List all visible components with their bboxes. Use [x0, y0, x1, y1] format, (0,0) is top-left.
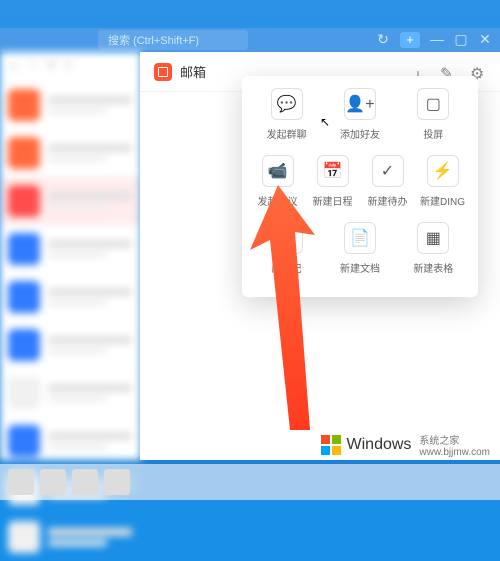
taskbar-item[interactable] [104, 469, 130, 495]
calendar-icon: 📅 [317, 155, 349, 187]
taskbar[interactable] [0, 464, 500, 500]
avatar [8, 425, 40, 457]
history-icon[interactable]: ↻ [376, 32, 390, 46]
watermark: Windows 系统之家www.bjjmw.com [321, 432, 490, 458]
search-input[interactable]: 搜索 (Ctrl+Shift+F) [98, 30, 248, 50]
avatar [8, 281, 40, 313]
chat-icon: 💬 [271, 88, 303, 120]
sheet-icon: ▦ [417, 222, 449, 254]
action-label: 发起会议 [258, 193, 298, 208]
action-chat[interactable]: 💬 发起群聊 [262, 88, 312, 141]
quick-action-popup: 💬 发起群聊 👤+ 添加好友 ▢ 投屏 📹 发起会议 📅 新建日程 ✓ 新建待办 ⚡ 新建DING 📝 脑闪记… [242, 76, 478, 297]
note-icon: 📝 [271, 222, 303, 254]
list-item[interactable] [0, 369, 140, 417]
video-icon: 📹 [262, 155, 294, 187]
avatar [8, 137, 40, 169]
action-label: 发起群聊 [267, 126, 307, 141]
list-item[interactable] [0, 417, 140, 465]
action-sheet[interactable]: ▦ 新建表格 [408, 222, 458, 275]
avatar [8, 329, 40, 361]
avatar [8, 89, 40, 121]
action-label: 新建日程 [313, 193, 353, 208]
star-icon[interactable]: ☆ [28, 58, 39, 75]
titlebar: 搜索 (Ctrl+Shift+F) ↻ + — ▢ ✕ [0, 28, 500, 52]
ding-icon: ⚡ [427, 155, 459, 187]
windows-logo-icon [321, 435, 341, 455]
doc-icon: 📄 [344, 222, 376, 254]
mail-icon [154, 63, 172, 81]
list-item[interactable] [0, 81, 140, 129]
avatar [8, 185, 40, 217]
action-calendar[interactable]: 📅 新建日程 [308, 155, 358, 208]
action-cast[interactable]: ▢ 投屏 [408, 88, 458, 141]
action-label: 新建表格 [413, 260, 453, 275]
action-video[interactable]: 📹 发起会议 [253, 155, 303, 208]
list-item[interactable] [0, 177, 140, 225]
list-item[interactable] [0, 321, 140, 369]
list-item[interactable] [0, 225, 140, 273]
taskbar-item[interactable] [40, 469, 66, 495]
taskbar-item[interactable] [8, 469, 34, 495]
list-item[interactable] [0, 273, 140, 321]
action-label: 新建DING [420, 193, 465, 208]
action-todo[interactable]: ✓ 新建待办 [363, 155, 413, 208]
todo-icon: ✓ [372, 155, 404, 187]
chat-sidebar: ＋ ☆ ⟳ ≡ [0, 52, 141, 460]
menu-icon[interactable]: ≡ [65, 58, 72, 75]
action-doc[interactable]: 📄 新建文档 [335, 222, 385, 275]
add-icon[interactable]: ＋ [8, 58, 20, 75]
taskbar-item[interactable] [72, 469, 98, 495]
maximize-button[interactable]: ▢ [454, 32, 468, 46]
action-label: 脑闪记 [272, 260, 302, 275]
avatar [8, 377, 40, 409]
refresh-icon[interactable]: ⟳ [47, 58, 57, 75]
avatar [8, 233, 40, 265]
add-friend-icon: 👤+ [344, 88, 376, 120]
action-ding[interactable]: ⚡ 新建DING [418, 155, 468, 208]
cursor-icon: ↖ [320, 115, 330, 129]
action-label: 添加好友 [340, 126, 380, 141]
action-note[interactable]: 📝 脑闪记 [262, 222, 312, 275]
page-title: 邮箱 [180, 62, 206, 81]
action-add-friend[interactable]: 👤+ 添加好友 [335, 88, 385, 141]
action-label: 新建待办 [368, 193, 408, 208]
list-item[interactable] [0, 513, 140, 561]
cast-icon: ▢ [417, 88, 449, 120]
minimize-button[interactable]: — [430, 32, 444, 46]
action-label: 投屏 [423, 126, 443, 141]
avatar [8, 521, 40, 553]
new-tab-button[interactable]: + [400, 32, 420, 48]
list-item[interactable] [0, 129, 140, 177]
close-button[interactable]: ✕ [478, 32, 492, 46]
action-label: 新建文档 [340, 260, 380, 275]
